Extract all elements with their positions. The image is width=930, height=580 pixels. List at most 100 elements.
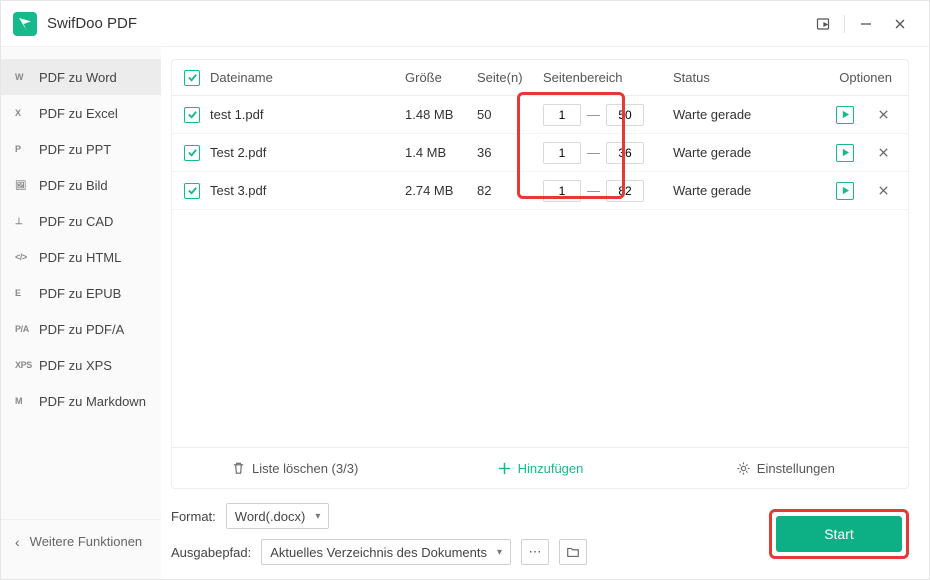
row-checkbox[interactable] [184, 107, 200, 123]
sidebar-item-pdfa[interactable]: P/A PDF zu PDF/A [1, 311, 161, 347]
gear-icon [736, 461, 751, 476]
table-header: Dateiname Größe Seite(n) Seitenbereich S… [172, 60, 908, 96]
range-dash: — [587, 107, 600, 122]
file-size: 1.48 MB [405, 107, 477, 122]
col-name: Dateiname [210, 70, 405, 85]
table-row: test 1.pdf 1.48 MB 50 — Warte gerade [172, 96, 908, 134]
col-status: Status [673, 70, 813, 85]
col-size: Größe [405, 70, 477, 85]
range-from-input[interactable] [543, 104, 581, 126]
sidebar-item-label: PDF zu XPS [39, 358, 112, 373]
file-status: Warte gerade [673, 107, 813, 122]
sidebar-item-excel[interactable]: X PDF zu Excel [1, 95, 161, 131]
divider [844, 15, 845, 33]
add-file-button[interactable]: Hinzufügen [417, 448, 662, 488]
close-button[interactable] [883, 7, 917, 41]
range-dash: — [587, 145, 600, 160]
sidebar-item-html[interactable]: </> PDF zu HTML [1, 239, 161, 275]
sidebar-item-image[interactable]: 🖼PDF zu Bild [1, 167, 161, 203]
chevron-down-icon: ▾ [315, 511, 320, 522]
file-type-icon: XPS [15, 360, 33, 370]
row-checkbox[interactable] [184, 145, 200, 161]
trash-icon [231, 461, 246, 476]
sidebar-item-ppt[interactable]: P PDF zu PPT [1, 131, 161, 167]
table-row: Test 3.pdf 2.74 MB 82 — Warte gerade [172, 172, 908, 210]
output-path-select[interactable]: Aktuelles Verzeichnis des Dokuments ▾ [261, 539, 511, 565]
minimize-button[interactable] [849, 7, 883, 41]
sidebar-item-label: PDF zu PPT [39, 142, 111, 157]
range-from-input[interactable] [543, 180, 581, 202]
sidebar-item-label: PDF zu PDF/A [39, 322, 124, 337]
titlebar: SwifDoo PDF [1, 1, 929, 47]
select-all-checkbox[interactable] [184, 70, 200, 86]
sidebar-item-word[interactable]: W PDF zu Word [1, 59, 161, 95]
app-logo [13, 12, 37, 36]
range-from-input[interactable] [543, 142, 581, 164]
file-type-icon: W [15, 72, 33, 82]
file-status: Warte gerade [673, 145, 813, 160]
table-row: Test 2.pdf 1.4 MB 36 — Warte gerade [172, 134, 908, 172]
file-name: test 1.pdf [210, 107, 405, 122]
sidebar-item-label: PDF zu Markdown [39, 394, 146, 409]
ellipsis-icon: ⋯ [529, 544, 542, 560]
browse-more-button[interactable]: ⋯ [521, 539, 549, 565]
file-type-icon: P/A [15, 324, 33, 334]
file-type-icon: M [15, 396, 33, 406]
more-functions-label: Weitere Funktionen [30, 534, 143, 549]
file-pages: 50 [477, 107, 543, 122]
start-row-button[interactable] [836, 144, 854, 162]
sidebar-item-epub[interactable]: E PDF zu EPUB [1, 275, 161, 311]
range-to-input[interactable] [606, 180, 644, 202]
file-size: 2.74 MB [405, 183, 477, 198]
format-select[interactable]: Word(.docx) ▾ [226, 503, 330, 529]
range-to-input[interactable] [606, 104, 644, 126]
file-name: Test 2.pdf [210, 145, 405, 160]
file-type-icon: ⊥ [15, 216, 33, 227]
row-checkbox[interactable] [184, 183, 200, 199]
sidebar-item-label: PDF zu Bild [39, 178, 108, 193]
open-folder-button[interactable] [559, 539, 587, 565]
file-pages: 82 [477, 183, 543, 198]
range-to-input[interactable] [606, 142, 644, 164]
col-options: Optionen [839, 70, 892, 85]
chevron-down-icon: ▾ [497, 547, 502, 558]
file-table: Dateiname Größe Seite(n) Seitenbereich S… [171, 59, 909, 489]
start-row-button[interactable] [836, 106, 854, 124]
sidebar-item-label: PDF zu CAD [39, 214, 113, 229]
sidebar-item-xps[interactable]: XPS PDF zu XPS [1, 347, 161, 383]
table-toolbar: Liste löschen (3/3) Hinzufügen Einstellu… [172, 447, 908, 488]
sidebar: W PDF zu Word X PDF zu Excel P PDF zu PPT 🖼… [1, 47, 161, 579]
range-dash: — [587, 183, 600, 198]
highlight-box-start: Start [769, 509, 909, 559]
remove-row-button[interactable] [874, 144, 892, 162]
sidebar-item-label: PDF zu Excel [39, 106, 118, 121]
file-type-icon: E [15, 288, 33, 298]
titlebar-extra-icon[interactable] [806, 7, 840, 41]
sidebar-item-cad[interactable]: ⊥ PDF zu CAD [1, 203, 161, 239]
file-type-icon: X [15, 108, 33, 118]
plus-icon [497, 461, 512, 476]
app-title: SwifDoo PDF [47, 15, 137, 32]
file-size: 1.4 MB [405, 145, 477, 160]
file-type-icon: P [15, 144, 33, 154]
clear-list-button[interactable]: Liste löschen (3/3) [172, 448, 417, 488]
sidebar-item-markdown[interactable]: M PDF zu Markdown [1, 383, 161, 419]
file-type-icon: </> [15, 252, 33, 262]
bottom-bar: Format: Word(.docx) ▾ Ausgabepfad: Aktue… [171, 503, 909, 565]
sidebar-item-label: PDF zu HTML [39, 250, 121, 265]
output-path-label: Ausgabepfad: [171, 545, 251, 560]
col-pages: Seite(n) [477, 70, 543, 85]
file-status: Warte gerade [673, 183, 813, 198]
sidebar-item-label: PDF zu EPUB [39, 286, 121, 301]
file-pages: 36 [477, 145, 543, 160]
folder-icon [566, 545, 580, 559]
sidebar-item-label: PDF zu Word [39, 70, 117, 85]
chevron-left-icon: ‹ [15, 534, 20, 550]
settings-button[interactable]: Einstellungen [663, 448, 908, 488]
remove-row-button[interactable] [874, 106, 892, 124]
remove-row-button[interactable] [874, 182, 892, 200]
start-row-button[interactable] [836, 182, 854, 200]
start-button[interactable]: Start [776, 516, 902, 552]
more-functions-button[interactable]: ‹ Weitere Funktionen [1, 519, 161, 563]
format-label: Format: [171, 509, 216, 524]
